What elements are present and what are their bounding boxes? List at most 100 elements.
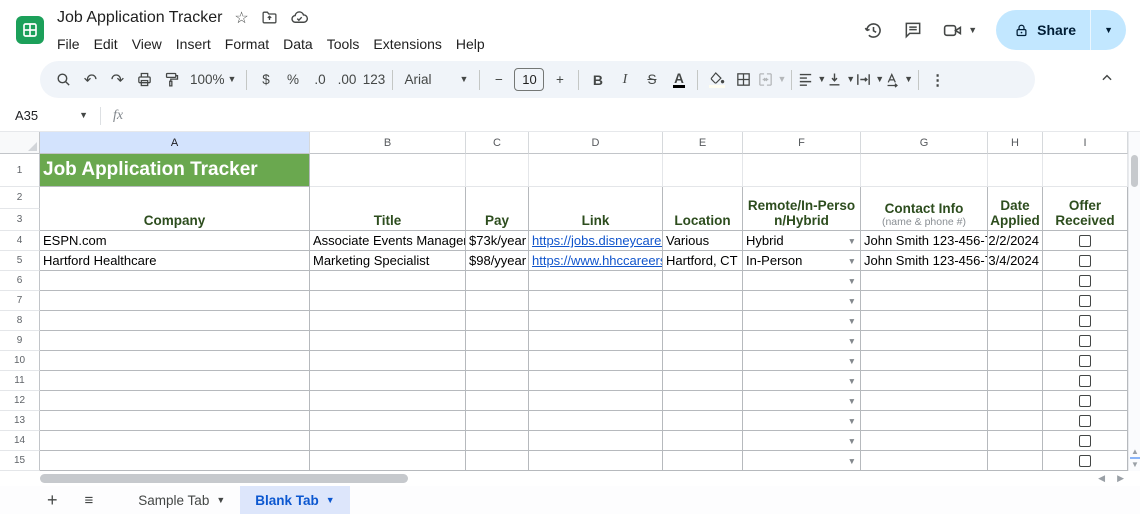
cell-A6[interactable] (40, 271, 310, 291)
cell-A9[interactable] (40, 331, 310, 351)
header-location[interactable]: Location (663, 187, 743, 231)
cell-A11[interactable] (40, 371, 310, 391)
cell-B12[interactable] (310, 391, 466, 411)
cell-H6[interactable] (988, 271, 1043, 291)
cell-B6[interactable] (310, 271, 466, 291)
cell-E6[interactable] (663, 271, 743, 291)
bold-button[interactable]: B (584, 66, 611, 93)
cell-E14[interactable] (663, 431, 743, 451)
cell-B7[interactable] (310, 291, 466, 311)
row-header-9[interactable]: 9 (0, 331, 40, 351)
cell-E12[interactable] (663, 391, 743, 411)
cell-I8[interactable] (1043, 311, 1128, 331)
join-call-control[interactable]: ▼ (942, 20, 977, 41)
cell-B9[interactable] (310, 331, 466, 351)
cell-F5[interactable]: In-Person▼ (743, 251, 861, 271)
cell-C4[interactable]: $73k/year (466, 231, 529, 251)
cell-A12[interactable] (40, 391, 310, 411)
cell-A8[interactable] (40, 311, 310, 331)
version-history-icon[interactable] (863, 20, 884, 41)
cell-D6[interactable] (529, 271, 663, 291)
cell-E11[interactable] (663, 371, 743, 391)
row-header-8[interactable]: 8 (0, 311, 40, 331)
menu-extensions[interactable]: Extensions (366, 35, 448, 53)
paint-format-icon[interactable] (158, 66, 185, 93)
column-header-F[interactable]: F (743, 132, 861, 154)
row-header-1[interactable]: 1 (0, 154, 40, 187)
dropdown-caret-icon[interactable]: ▼ (848, 416, 856, 426)
vertical-scrollbar-thumb[interactable] (1131, 155, 1138, 187)
cell-E4[interactable]: Various (663, 231, 743, 251)
scroll-right-icon[interactable]: ▶ (1117, 473, 1124, 484)
tab-blank-tab[interactable]: Blank Tab▼ (240, 486, 349, 514)
menu-edit[interactable]: Edit (87, 35, 125, 53)
column-header-C[interactable]: C (466, 132, 529, 154)
cell-A13[interactable] (40, 411, 310, 431)
cell-I12[interactable] (1043, 391, 1128, 411)
menu-data[interactable]: Data (276, 35, 320, 53)
cell-G4[interactable]: John Smith 123-456-7 (861, 231, 988, 251)
print-icon[interactable] (131, 66, 158, 93)
cell-I4[interactable] (1043, 231, 1128, 251)
column-header-D[interactable]: D (529, 132, 663, 154)
cell-E1[interactable] (663, 154, 743, 187)
cell-E13[interactable] (663, 411, 743, 431)
scroll-left-icon[interactable]: ◀ (1098, 473, 1105, 484)
cell-D1[interactable] (529, 154, 663, 187)
column-header-B[interactable]: B (310, 132, 466, 154)
cell-C12[interactable] (466, 391, 529, 411)
cell-H13[interactable] (988, 411, 1043, 431)
cell-D9[interactable] (529, 331, 663, 351)
dropdown-caret-icon[interactable]: ▼ (848, 296, 856, 306)
cell-C5[interactable]: $98/yyear (466, 251, 529, 271)
cell-E7[interactable] (663, 291, 743, 311)
cell-H4[interactable]: 2/2/2024 (988, 231, 1043, 251)
cell-I1[interactable] (1043, 154, 1128, 187)
column-header-A[interactable]: A (40, 132, 310, 154)
cell-I13[interactable] (1043, 411, 1128, 431)
row-header-6[interactable]: 6 (0, 271, 40, 291)
offer-received-checkbox[interactable] (1079, 455, 1091, 467)
cell-F15[interactable]: ▼ (743, 451, 861, 471)
scroll-up-icon[interactable]: ▲ (1131, 447, 1139, 456)
cell-B11[interactable] (310, 371, 466, 391)
cell-A1-title-banner[interactable]: Job Application Tracker (40, 154, 310, 187)
cell-F8[interactable]: ▼ (743, 311, 861, 331)
row-header-15[interactable]: 15 (0, 451, 40, 471)
cell-H1[interactable] (988, 154, 1043, 187)
row-header-7[interactable]: 7 (0, 291, 40, 311)
cell-B1[interactable] (310, 154, 466, 187)
row-header-14[interactable]: 14 (0, 431, 40, 451)
link-D4[interactable]: https://jobs.disneycaree (532, 233, 663, 248)
dropdown-caret-icon[interactable]: ▼ (848, 396, 856, 406)
row-header-13[interactable]: 13 (0, 411, 40, 431)
cell-F11[interactable]: ▼ (743, 371, 861, 391)
menu-view[interactable]: View (125, 35, 169, 53)
offer-received-checkbox[interactable] (1079, 415, 1091, 427)
cell-D15[interactable] (529, 451, 663, 471)
offer-received-checkbox[interactable] (1079, 335, 1091, 347)
cell-B13[interactable] (310, 411, 466, 431)
font-family-select[interactable]: Arial ▼ (398, 66, 474, 93)
redo-icon[interactable]: ↷ (104, 66, 131, 93)
cell-C8[interactable] (466, 311, 529, 331)
row-header-11[interactable]: 11 (0, 371, 40, 391)
zoom-select[interactable]: 100% ▼ (185, 66, 241, 93)
cell-C6[interactable] (466, 271, 529, 291)
cell-C14[interactable] (466, 431, 529, 451)
row-header-10[interactable]: 10 (0, 351, 40, 371)
menu-file[interactable]: File (50, 35, 87, 53)
cell-A10[interactable] (40, 351, 310, 371)
cell-F10[interactable]: ▼ (743, 351, 861, 371)
cell-I10[interactable] (1043, 351, 1128, 371)
add-sheet-icon[interactable]: + (47, 490, 58, 511)
cell-E5[interactable]: Hartford, CT (663, 251, 743, 271)
share-dropdown[interactable]: ▼ (1091, 10, 1126, 50)
cell-B15[interactable] (310, 451, 466, 471)
text-wrap-button[interactable]: ▼ (855, 66, 884, 93)
font-size-input[interactable]: 10 (514, 68, 544, 91)
cell-H12[interactable] (988, 391, 1043, 411)
italic-button[interactable]: I (611, 66, 638, 93)
cell-C7[interactable] (466, 291, 529, 311)
cell-H11[interactable] (988, 371, 1043, 391)
